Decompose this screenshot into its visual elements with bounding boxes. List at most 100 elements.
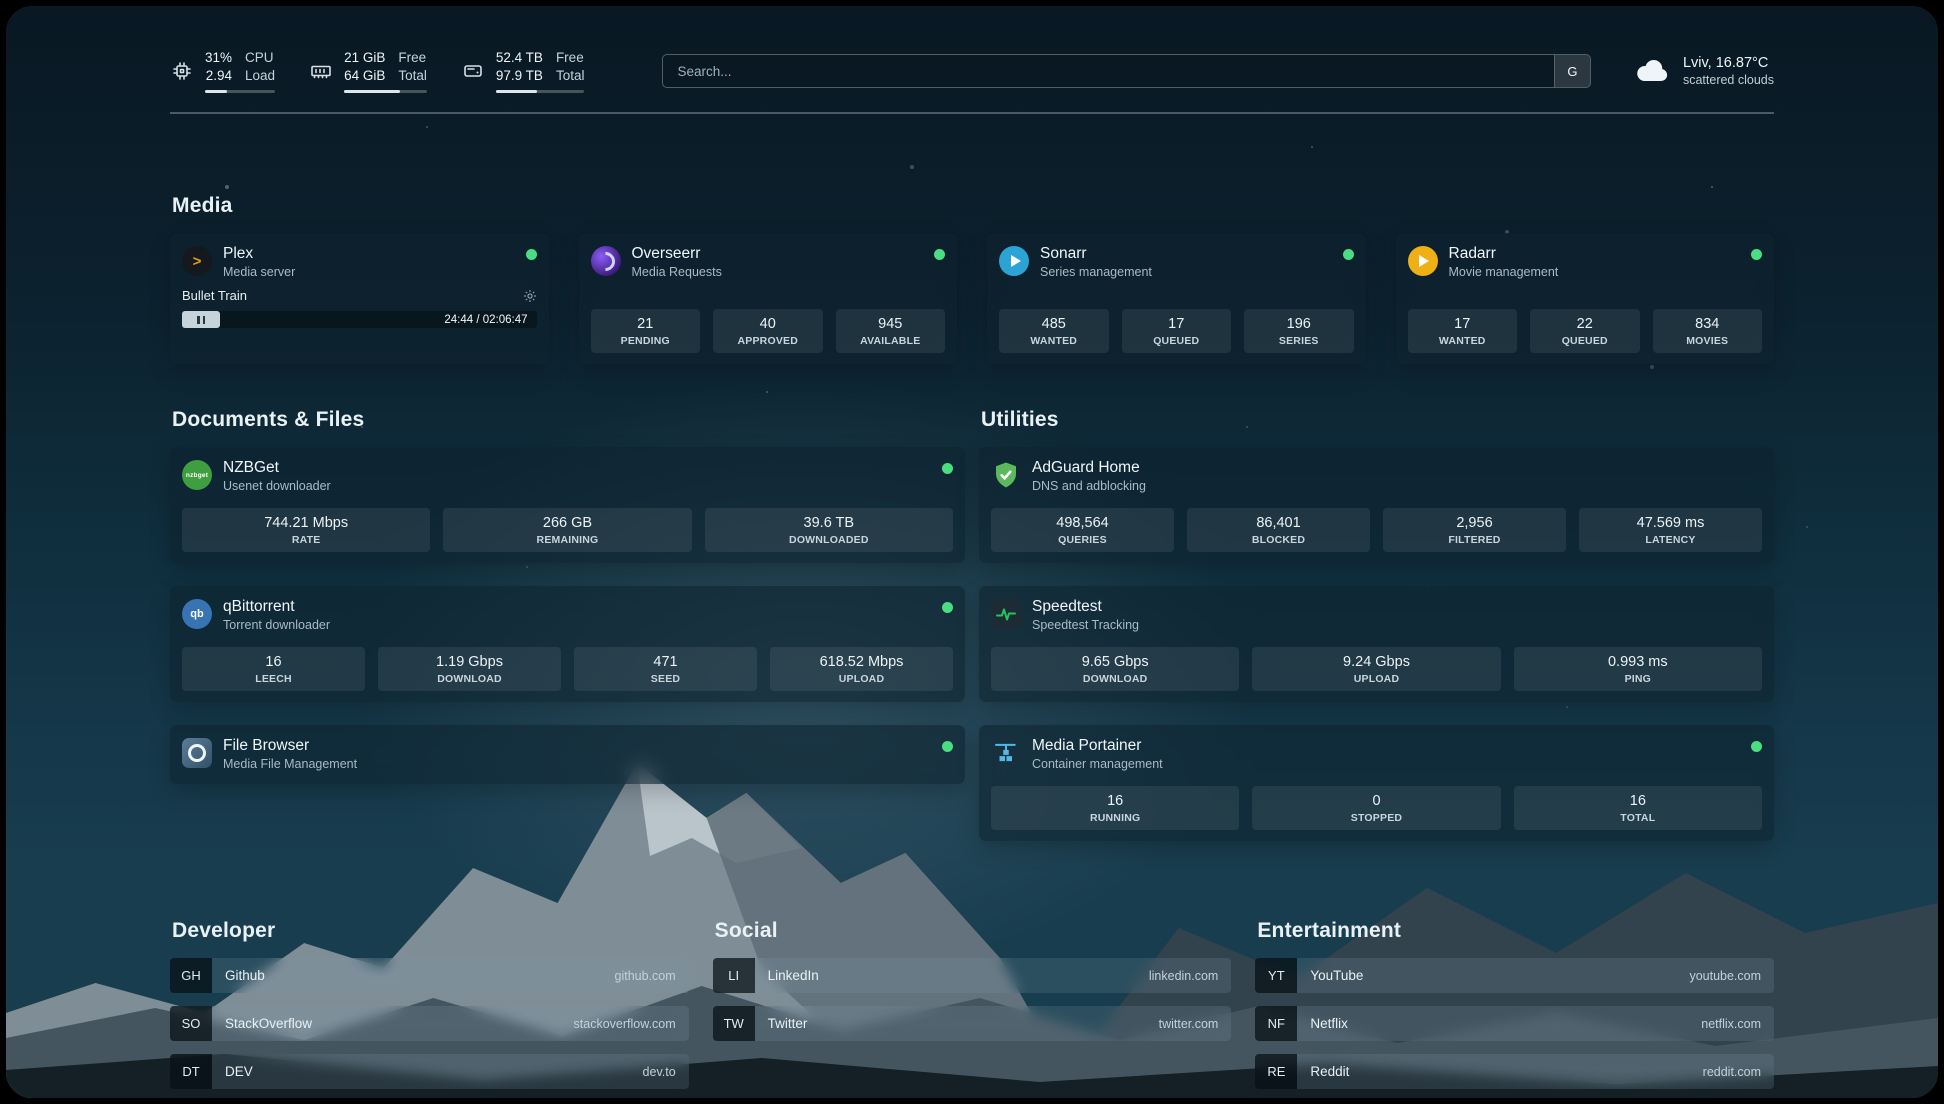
service-card-portainer[interactable]: Media Portainer Container management 16 …	[979, 725, 1774, 841]
playback-time: 24:44 / 02:06:47	[444, 314, 527, 326]
stat-movies: 834 MOVIES	[1653, 309, 1763, 353]
disk-free-label: Free	[556, 49, 585, 67]
playback-progress-bar[interactable]: 24:44 / 02:06:47	[182, 311, 537, 328]
bookmark-name: Reddit	[1310, 1064, 1349, 1079]
service-card-sonarr[interactable]: Sonarr Series management 485 WANTED 17 Q…	[987, 233, 1366, 364]
search-input[interactable]	[663, 64, 1554, 79]
section-title-social: Social	[715, 919, 1232, 943]
bookmark-group-developer: Developer GH Github github.com SO StackO…	[170, 919, 689, 1089]
bookmark-domain: youtube.com	[1689, 969, 1761, 983]
stat-available: 945 AVAILABLE	[836, 309, 946, 353]
stat-upload: 618.52 Mbps UPLOAD	[770, 647, 953, 691]
memory-progress-bar	[344, 90, 427, 93]
service-description: Series management	[1040, 265, 1152, 281]
dashboard-content: 31% 2.94 CPU Load	[6, 6, 1938, 1098]
service-card-overseerr[interactable]: Overseerr Media Requests 21 PENDING 40 A…	[579, 233, 958, 364]
service-card-radarr[interactable]: Radarr Movie management 17 WANTED 22 QUE…	[1396, 233, 1775, 364]
service-name: Speedtest	[1032, 597, 1139, 616]
header-divider	[170, 112, 1774, 114]
bookmark-github[interactable]: GH Github github.com	[170, 958, 689, 993]
adguard-shield-icon	[991, 460, 1021, 490]
stat-pending: 21 PENDING	[591, 309, 701, 353]
stat-blocked: 86,401 BLOCKED	[1187, 508, 1370, 552]
bookmark-name: Github	[225, 968, 265, 983]
bookmark-name: StackOverflow	[225, 1016, 312, 1031]
bookmark-abbr: RE	[1255, 1054, 1297, 1089]
section-title-utilities: Utilities	[981, 408, 1774, 432]
stat-downloaded: 39.6 TB DOWNLOADED	[705, 508, 953, 552]
cpu-percent: 31%	[205, 49, 232, 67]
service-card-adguard[interactable]: AdGuard Home DNS and adblocking 498,564 …	[979, 447, 1774, 563]
dashboard-screen: 31% 2.94 CPU Load	[6, 6, 1938, 1098]
section-media: Media > Plex Media server Bullet Train	[170, 194, 1774, 364]
stat-wanted: 17 WANTED	[1408, 309, 1518, 353]
memory-free: 21 GiB	[344, 49, 385, 67]
disk-progress-bar	[496, 90, 585, 93]
bookmark-twitter[interactable]: TW Twitter twitter.com	[713, 1006, 1232, 1041]
service-description: DNS and adblocking	[1032, 479, 1146, 495]
bookmark-dev[interactable]: DT DEV dev.to	[170, 1054, 689, 1089]
section-title-media: Media	[172, 194, 1774, 218]
bookmark-abbr: TW	[713, 1006, 755, 1041]
status-dot-online	[934, 249, 945, 260]
service-name: qBittorrent	[223, 597, 330, 616]
now-playing-title: Bullet Train	[182, 288, 247, 303]
stat-queued: 22 QUEUED	[1530, 309, 1640, 353]
bookmark-stackoverflow[interactable]: SO StackOverflow stackoverflow.com	[170, 1006, 689, 1041]
service-name: AdGuard Home	[1032, 458, 1146, 477]
service-name: Plex	[223, 244, 295, 263]
cpu-label: CPU	[245, 49, 275, 67]
section-title-developer: Developer	[172, 919, 689, 943]
section-utilities: Utilities AdGuard Home DNS and adblockin…	[979, 408, 1774, 841]
bookmark-youtube[interactable]: YT YouTube youtube.com	[1255, 958, 1774, 993]
stat-ping: 0.993 ms PING	[1514, 647, 1762, 691]
bookmark-domain: twitter.com	[1159, 1017, 1219, 1031]
service-card-nzbget[interactable]: nzbget NZBGet Usenet downloader 744.21 M…	[170, 447, 965, 563]
bookmark-abbr: GH	[170, 958, 212, 993]
stat-seed: 471 SEED	[574, 647, 757, 691]
settings-gear-icon[interactable]	[523, 289, 537, 303]
stat-stopped: 0 STOPPED	[1252, 786, 1500, 830]
bookmark-abbr: LI	[713, 958, 755, 993]
nzbget-icon: nzbget	[182, 460, 212, 490]
stat-series: 196 SERIES	[1244, 309, 1354, 353]
portainer-crane-icon	[991, 738, 1021, 768]
service-card-plex[interactable]: > Plex Media server Bullet Train	[170, 233, 549, 364]
bookmark-group-entertainment: Entertainment YT YouTube youtube.com NF …	[1255, 919, 1774, 1089]
stat-filtered: 2,956 FILTERED	[1383, 508, 1566, 552]
service-card-speedtest[interactable]: Speedtest Speedtest Tracking 9.65 Gbps D…	[979, 586, 1774, 702]
stat-leech: 16 LEECH	[182, 647, 365, 691]
qbittorrent-icon: qb	[182, 599, 212, 629]
cpu-chip-icon	[170, 59, 194, 83]
cpu-progress-bar	[205, 90, 275, 93]
bookmark-group-social: Social LI LinkedIn linkedin.com TW Twitt…	[713, 919, 1232, 1089]
service-name: NZBGet	[223, 458, 331, 477]
service-card-filebrowser[interactable]: File Browser Media File Management	[170, 725, 965, 784]
service-name: Radarr	[1449, 244, 1559, 263]
weather-location: Lviv, 16.87°C	[1683, 55, 1774, 71]
service-card-qbittorrent[interactable]: qb qBittorrent Torrent downloader 16 LEE…	[170, 586, 965, 702]
bookmark-linkedin[interactable]: LI LinkedIn linkedin.com	[713, 958, 1232, 993]
service-description: Torrent downloader	[223, 618, 330, 634]
pause-icon[interactable]	[182, 311, 220, 328]
memory-total: 64 GiB	[344, 67, 385, 85]
disk-total: 97.9 TB	[496, 67, 543, 85]
memory-free-label: Free	[398, 49, 427, 67]
weather-condition: scattered clouds	[1683, 73, 1774, 87]
bookmark-name: Twitter	[768, 1016, 808, 1031]
section-title-documents: Documents & Files	[172, 408, 965, 432]
stat-queued: 17 QUEUED	[1122, 309, 1232, 353]
bookmark-abbr: YT	[1255, 958, 1297, 993]
bookmark-netflix[interactable]: NF Netflix netflix.com	[1255, 1006, 1774, 1041]
service-description: Container management	[1032, 757, 1163, 773]
status-dot-online	[526, 249, 537, 260]
search-bar: G	[662, 54, 1591, 88]
bookmark-domain: netflix.com	[1701, 1017, 1761, 1031]
service-name: Sonarr	[1040, 244, 1152, 263]
bookmark-reddit[interactable]: RE Reddit reddit.com	[1255, 1054, 1774, 1089]
search-provider-button[interactable]: G	[1554, 55, 1590, 87]
memory-total-label: Total	[398, 67, 427, 85]
cpu-widget: 31% 2.94 CPU Load	[170, 49, 275, 93]
stat-latency: 47.569 ms LATENCY	[1579, 508, 1762, 552]
stat-download: 9.65 Gbps DOWNLOAD	[991, 647, 1239, 691]
